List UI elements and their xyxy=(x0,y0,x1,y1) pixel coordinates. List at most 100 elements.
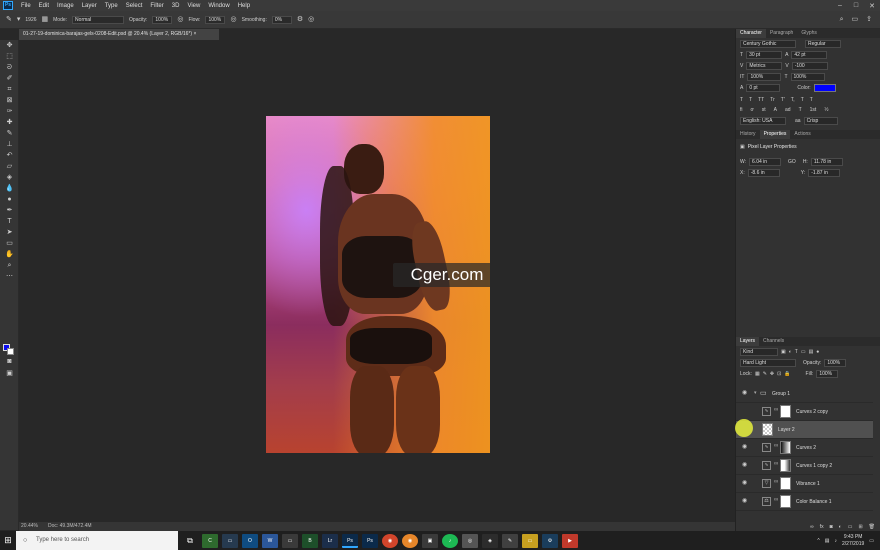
airbrush-icon[interactable]: ◎ xyxy=(230,16,236,24)
width-field[interactable]: 6.04 in xyxy=(749,157,782,166)
horizontal-scale-field[interactable]: 100% xyxy=(790,72,825,81)
marquee-tool-icon[interactable]: ⬚ xyxy=(0,51,19,62)
layer-row-curves-2[interactable]: ◉ ∿ ∞ Curves 2 xyxy=(736,439,873,457)
layer-mask-thumbnail[interactable] xyxy=(780,441,791,454)
tab-character[interactable]: Character xyxy=(736,29,766,38)
network-icon[interactable]: ▤ xyxy=(825,538,830,544)
tab-channels[interactable]: Channels xyxy=(759,337,788,346)
layer-mask-thumbnail[interactable] xyxy=(780,405,791,418)
mode-select[interactable]: Normal xyxy=(72,15,125,24)
history-brush-tool-icon[interactable]: ↶ xyxy=(0,150,19,161)
minimize-icon[interactable]: – xyxy=(832,2,848,10)
document-tab[interactable]: 01-27-19-dominica-barajas-gels-0208-Edit… xyxy=(19,29,219,40)
new-adjustment-icon[interactable]: ◐ xyxy=(839,524,842,530)
filter-type-icon[interactable]: T xyxy=(795,349,798,355)
tab-properties[interactable]: Properties xyxy=(759,130,791,139)
menu-3d[interactable]: 3D xyxy=(168,3,184,9)
kerning-field[interactable]: Metrics xyxy=(746,61,783,70)
chrome-icon[interactable]: ◉ xyxy=(382,533,398,548)
app-icon-6[interactable]: B xyxy=(302,533,318,548)
smoothing-field[interactable]: 0% xyxy=(271,15,292,24)
filter-pixel-icon[interactable]: ▣ xyxy=(781,349,786,355)
tab-history[interactable]: History xyxy=(736,130,760,139)
font-family-select[interactable]: Century Gothic xyxy=(740,39,796,48)
dodge-tool-icon[interactable]: ● xyxy=(0,194,19,205)
superscript-button[interactable]: T' xyxy=(781,97,785,103)
menu-edit[interactable]: Edit xyxy=(35,3,53,9)
brush-settings-icon[interactable]: ▦ xyxy=(42,16,49,24)
faux-bold-button[interactable]: T xyxy=(740,97,743,103)
lasso-tool-icon[interactable]: ᘐ xyxy=(0,62,19,73)
menu-image[interactable]: Image xyxy=(53,3,78,9)
quick-select-tool-icon[interactable]: ✐ xyxy=(0,73,19,84)
app-icon-12[interactable]: ▣ xyxy=(422,533,438,548)
menu-window[interactable]: Window xyxy=(204,3,233,9)
menu-layer[interactable]: Layer xyxy=(78,3,101,9)
layer-mask-thumbnail[interactable] xyxy=(780,477,791,490)
visibility-eye-icon[interactable]: ◉ xyxy=(742,462,749,468)
lightroom-icon[interactable]: Lr xyxy=(322,533,338,548)
tab-glyphs[interactable]: Glyphs xyxy=(797,29,821,38)
pressure-opacity-icon[interactable]: ◎ xyxy=(177,16,183,24)
zoom-tool-icon[interactable]: ⌕ xyxy=(0,260,19,271)
search-icon[interactable]: ⌕ xyxy=(840,16,844,24)
fi-ligature-button[interactable]: fi xyxy=(740,107,743,113)
app-icon-18[interactable]: ⚙ xyxy=(542,533,558,548)
volume-icon[interactable]: ♪ xyxy=(835,538,838,544)
layer-mask-thumbnail[interactable] xyxy=(780,459,791,472)
app-icon-11[interactable]: ◉ xyxy=(402,533,418,548)
healing-brush-tool-icon[interactable]: ✚ xyxy=(0,117,19,128)
fx-icon[interactable]: fx xyxy=(820,524,824,530)
opacity-field[interactable]: 100% xyxy=(152,15,173,24)
menu-file[interactable]: File xyxy=(17,3,35,9)
blend-mode-select[interactable]: Hard Light xyxy=(740,358,796,367)
layer-row-color-balance-1[interactable]: ◉ ⚖ ∞ Color Balance 1 xyxy=(736,493,873,511)
app-icon-17[interactable]: ▭ xyxy=(522,533,538,548)
tab-layers[interactable]: Layers xyxy=(736,337,760,346)
app-icon-1[interactable]: C xyxy=(202,533,218,548)
close-icon[interactable]: ✕ xyxy=(864,2,880,10)
app-icon-15[interactable]: ◈ xyxy=(482,533,498,548)
app-icon-14[interactable]: ◎ xyxy=(462,533,478,548)
layer-mask-thumbnail[interactable] xyxy=(780,495,791,508)
workspace-icon[interactable]: ▭ xyxy=(852,16,859,24)
chevron-down-icon[interactable]: ▾ xyxy=(17,16,21,24)
fill-field[interactable]: 100% xyxy=(816,369,839,378)
maximize-icon[interactable]: □ xyxy=(848,2,864,10)
pressure-size-icon[interactable]: ◎ xyxy=(308,16,314,24)
more-tools-icon[interactable]: ⋯ xyxy=(0,271,19,282)
frame-tool-icon[interactable]: ⊠ xyxy=(0,95,19,106)
word-icon[interactable]: W xyxy=(262,533,278,548)
filter-smart-icon[interactable]: ▤ xyxy=(809,349,814,355)
crop-tool-icon[interactable]: ⌗ xyxy=(0,84,19,95)
fraction-button[interactable]: T xyxy=(799,107,802,113)
subscript-button[interactable]: T, xyxy=(791,97,795,103)
filter-shape-icon[interactable]: ▭ xyxy=(801,349,806,355)
clone-stamp-tool-icon[interactable]: ⊥ xyxy=(0,139,19,150)
app-icon-2[interactable]: ▭ xyxy=(222,533,238,548)
leading-field[interactable]: 42 pt xyxy=(791,50,828,59)
pen-tool-icon[interactable]: ✒ xyxy=(0,205,19,216)
titling-button[interactable]: ad xyxy=(785,107,791,113)
app-icon-5[interactable]: ▭ xyxy=(282,533,298,548)
antialias-select[interactable]: Crisp xyxy=(803,116,838,125)
brush-size-value[interactable]: 1926 xyxy=(25,17,36,23)
background-color-swatch[interactable] xyxy=(7,348,14,355)
flow-field[interactable]: 100% xyxy=(205,15,226,24)
photoshop-taskbar-icon[interactable]: Ps xyxy=(342,533,358,548)
height-field[interactable]: 11.78 in xyxy=(810,157,843,166)
share-icon[interactable]: ⇪ xyxy=(866,16,872,24)
link-icon[interactable]: GO xyxy=(788,159,796,165)
eraser-tool-icon[interactable]: ▱ xyxy=(0,161,19,172)
trash-icon[interactable]: 🗑 xyxy=(869,524,875,530)
ordinal-button[interactable]: ơ xyxy=(751,107,754,113)
type-tool-icon[interactable]: T xyxy=(0,216,19,227)
menu-select[interactable]: Select xyxy=(122,3,147,9)
link-layers-icon[interactable]: ∞ xyxy=(810,524,814,530)
visibility-eye-icon[interactable]: ◉ xyxy=(742,498,749,504)
x-field[interactable]: -8.6 in xyxy=(747,168,780,177)
path-selection-tool-icon[interactable]: ➤ xyxy=(0,227,19,238)
app-icon-19[interactable]: ▶ xyxy=(562,533,578,548)
text-color-swatch[interactable] xyxy=(813,83,836,92)
move-tool-icon[interactable]: ✥ xyxy=(0,40,19,51)
